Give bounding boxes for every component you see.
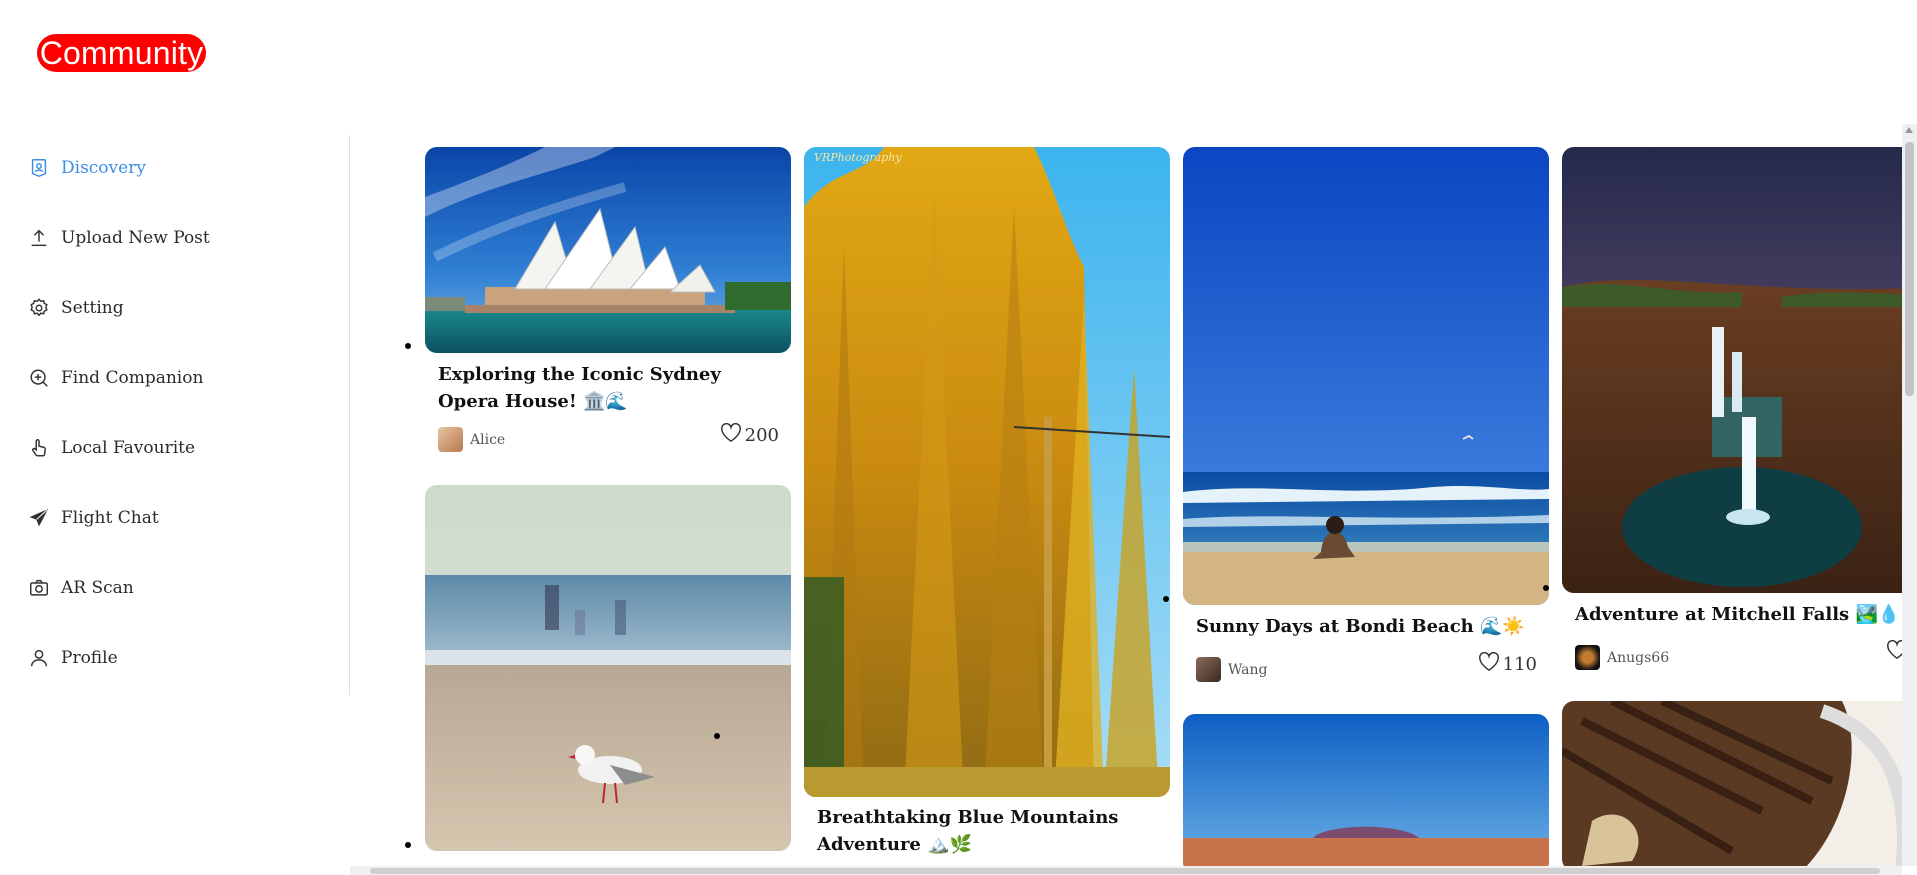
post-image[interactable] [1183,714,1549,868]
post-card[interactable] [425,485,791,868]
sidebar-item-label: Flight Chat [61,508,159,528]
sidebar-item-setting[interactable]: Setting [28,290,124,326]
sidebar-item-label: Local Favourite [61,438,196,458]
post-title[interactable]: Exploring the Iconic Sydney Opera House!… [438,361,783,415]
post-image[interactable] [1562,147,1902,593]
avatar [1196,657,1221,682]
sidebar-item-upload-new-post[interactable]: Upload New Post [28,220,210,256]
sidebar-item-label: Setting [61,298,124,318]
seagull-beach-image [425,485,791,851]
post-title[interactable]: Adventure at Mitchell Falls 🏞️💧 [1575,601,1902,628]
like-button[interactable]: 200 [720,423,779,446]
like-count: 200 [744,425,779,446]
golden-poplar-trees-image: VRPhotography [804,147,1170,797]
post-card[interactable]: Adventure at Mitchell Falls 🏞️💧 Anugs66 … [1562,147,1902,697]
post-author[interactable]: Wang [1196,657,1268,682]
sidebar-item-label: Profile [61,648,118,668]
author-name: Alice [470,431,506,448]
uluru-image [1183,714,1549,868]
list-bullet [1163,596,1169,602]
sidebar-nav: Discovery Upload New Post Setting Find C… [0,135,350,695]
horizontal-scrollbar[interactable] [350,866,1902,875]
scroll-up-arrow-icon[interactable] [1905,127,1913,133]
post-author[interactable]: Alice [438,427,505,452]
like-button[interactable]: 110 [1478,652,1537,675]
post-card[interactable] [1183,714,1549,868]
like-button[interactable]: 11 [1886,640,1902,663]
post-title[interactable]: Breathtaking Blue Mountains Adventure 🏔️… [817,804,1162,858]
sidebar-item-flight-chat[interactable]: Flight Chat [28,500,159,536]
post-image[interactable] [425,147,791,353]
avatar [1575,645,1600,670]
horizontal-scrollbar-thumb[interactable] [370,868,1880,874]
post-author[interactable]: Anugs66 [1575,645,1669,670]
sidebar-item-ar-scan[interactable]: AR Scan [28,570,134,606]
sydney-opera-house-image [425,147,791,353]
post-image[interactable] [425,485,791,851]
camera-icon [30,579,48,596]
mitchell-falls-image [1562,147,1902,593]
photo-watermark: VRPhotography [814,151,902,164]
sidebar-item-label: AR Scan [61,578,134,598]
post-card[interactable] [1562,701,1902,868]
list-bullet [1543,585,1549,591]
upload-icon [31,229,47,247]
heart-icon [1887,640,1902,660]
sidebar-item-local-favourite[interactable]: Local Favourite [28,430,195,466]
vertical-scrollbar-thumb[interactable] [1905,142,1914,396]
author-name: Anugs66 [1607,649,1670,666]
sidebar-item-profile[interactable]: Profile [28,640,118,676]
search-plus-icon [30,369,48,387]
post-card[interactable]: VRPhotography Breathtaking Blue Mountain… [804,147,1170,868]
post-title[interactable]: Sunny Days at Bondi Beach 🌊☀️ [1196,613,1541,640]
gear-icon [30,298,48,317]
paper-plane-icon [29,508,49,527]
hand-pointer-icon [32,439,46,457]
post-image[interactable]: VRPhotography [804,147,1170,797]
sidebar-item-label: Find Companion [61,368,204,388]
community-logo[interactable]: Community [37,34,206,72]
heart-icon [1478,652,1499,672]
sidebar-item-label: Discovery [61,158,146,178]
heart-icon [720,423,741,443]
post-card[interactable]: Sunny Days at Bondi Beach 🌊☀️ Wang 110 [1183,147,1549,707]
list-bullet [405,842,411,848]
vertical-scrollbar[interactable] [1902,124,1917,866]
sidebar-item-discovery[interactable]: Discovery [28,150,146,186]
post-image[interactable] [1562,701,1902,868]
post-image[interactable] [1183,147,1549,605]
avatar [438,427,463,452]
author-name: Wang [1228,661,1268,678]
sidebar-item-find-companion[interactable]: Find Companion [28,360,203,396]
user-icon [30,649,48,667]
list-bullet [405,343,411,349]
bondi-beach-image [1183,147,1549,605]
grilled-steak-image [1562,701,1902,868]
discovery-icon [31,159,47,178]
discovery-feed: Exploring the Iconic Sydney Opera House!… [352,133,1902,868]
sidebar-item-label: Upload New Post [61,228,210,248]
like-count: 110 [1502,654,1537,675]
list-bullet [714,733,720,739]
post-card[interactable]: Exploring the Iconic Sydney Opera House!… [425,147,791,477]
